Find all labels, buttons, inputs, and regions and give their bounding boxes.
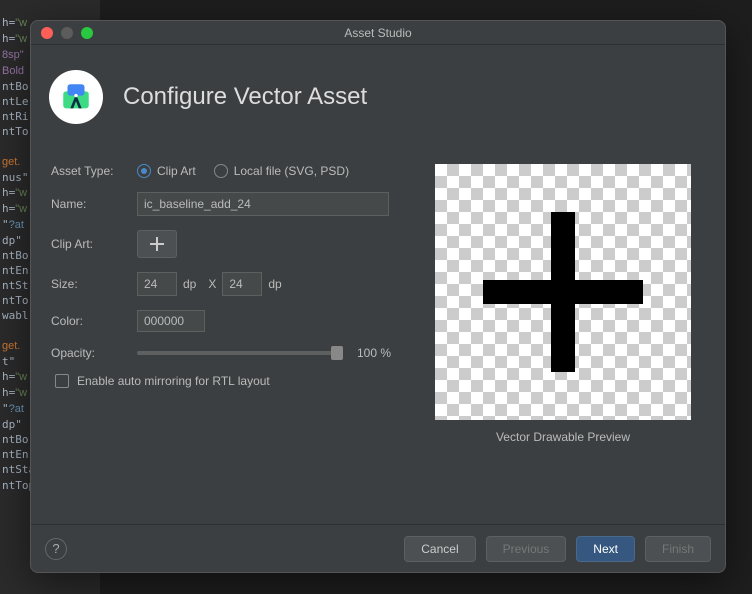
radio-label: Clip Art <box>157 164 196 178</box>
titlebar: Asset Studio <box>31 21 725 45</box>
previous-button[interactable]: Previous <box>486 536 567 562</box>
zoom-window-button[interactable] <box>81 27 93 39</box>
color-label: Color: <box>51 314 137 328</box>
window-title: Asset Studio <box>344 26 411 40</box>
next-button[interactable]: Next <box>576 536 635 562</box>
plus-icon <box>150 237 164 251</box>
close-window-button[interactable] <box>41 27 53 39</box>
dialog-footer: ? Cancel Previous Next Finish <box>31 524 725 572</box>
opacity-label: Opacity: <box>51 346 137 360</box>
minimize-window-button[interactable] <box>61 27 73 39</box>
height-unit: dp <box>268 277 281 291</box>
android-studio-icon <box>49 70 103 124</box>
clipart-label: Clip Art: <box>51 237 137 251</box>
window-controls <box>41 27 93 39</box>
dialog-title: Configure Vector Asset <box>123 83 367 111</box>
radio-label: Local file (SVG, PSD) <box>234 164 349 178</box>
size-separator: X <box>208 277 216 291</box>
preview-pane: Vector Drawable Preview <box>421 164 705 524</box>
opacity-slider[interactable] <box>137 351 337 355</box>
clipart-picker-button[interactable] <box>137 230 177 258</box>
finish-button[interactable]: Finish <box>645 536 711 562</box>
size-label: Size: <box>51 277 137 291</box>
rtl-mirroring-checkbox[interactable]: Enable auto mirroring for RTL layout <box>55 374 270 388</box>
cancel-button[interactable]: Cancel <box>404 536 475 562</box>
plus-icon <box>483 212 643 372</box>
height-input[interactable] <box>222 272 262 296</box>
name-label: Name: <box>51 197 137 211</box>
dialog-header: Configure Vector Asset <box>31 45 725 164</box>
asset-type-clipart-radio[interactable]: Clip Art <box>137 164 196 178</box>
config-form: Asset Type: Clip Art Local file (SVG, PS… <box>51 164 391 524</box>
slider-thumb[interactable] <box>331 346 343 360</box>
width-input[interactable] <box>137 272 177 296</box>
help-button[interactable]: ? <box>45 538 67 560</box>
width-unit: dp <box>183 277 196 291</box>
asset-studio-dialog: Asset Studio Configure Vector Asset Asse… <box>30 20 726 573</box>
color-input[interactable] <box>137 310 205 332</box>
preview-label: Vector Drawable Preview <box>496 430 630 444</box>
preview-canvas <box>435 164 691 420</box>
asset-type-localfile-radio[interactable]: Local file (SVG, PSD) <box>214 164 349 178</box>
name-input[interactable] <box>137 192 389 216</box>
opacity-value: 100 % <box>347 346 391 360</box>
checkbox-label: Enable auto mirroring for RTL layout <box>77 374 270 388</box>
asset-type-label: Asset Type: <box>51 164 137 178</box>
